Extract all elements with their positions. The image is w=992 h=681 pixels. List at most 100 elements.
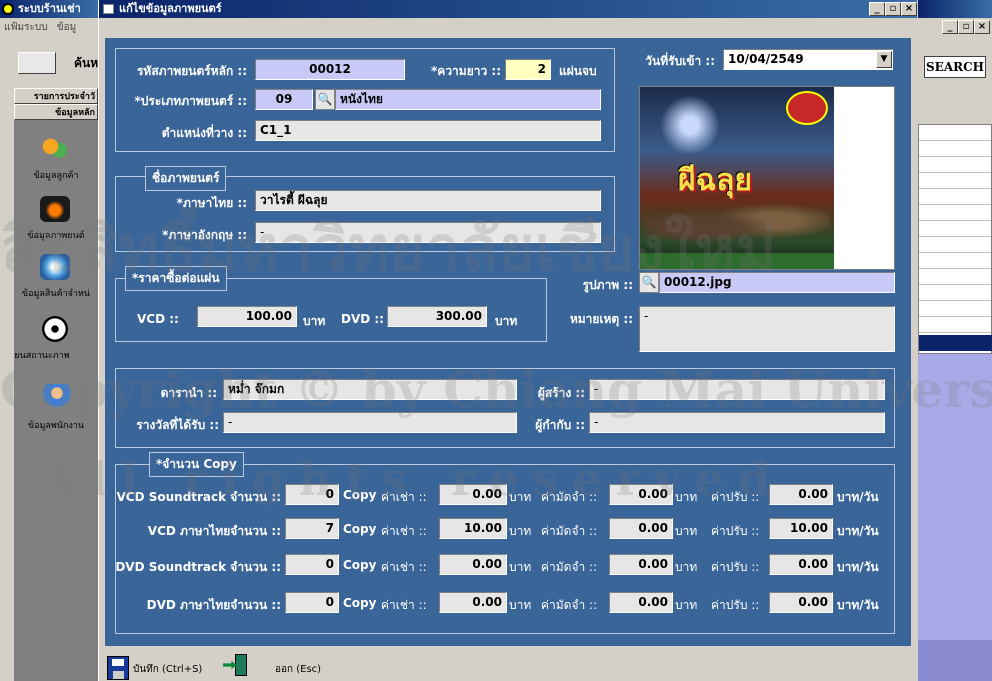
sidebar-item-products[interactable]: ข้อมูลสินค้าจำหน่ xyxy=(14,250,98,300)
floppy-save-icon xyxy=(107,656,129,680)
rent-label: ค่าเช่า :: xyxy=(381,598,427,612)
rent-field[interactable]: 0.00 xyxy=(439,592,507,613)
movie-type-code-field[interactable]: 09 xyxy=(255,89,313,110)
copy-unit: Copy xyxy=(343,488,377,502)
note-field[interactable]: - xyxy=(639,306,895,352)
restore-button[interactable]: ▫ xyxy=(885,2,901,16)
sidebar-button-daily[interactable]: รายการประจำวั xyxy=(14,88,98,104)
menu-file[interactable]: แฟ้มระบบ xyxy=(4,22,48,33)
length-unit: แผ่นจบ xyxy=(559,64,597,78)
copy-type-label: VCD Soundtrack จำนวน :: xyxy=(116,490,281,504)
minimize-button[interactable]: _ xyxy=(869,2,885,16)
right-body-lavender xyxy=(918,354,992,640)
right-window: _ ▫ × SEARCH xyxy=(914,0,992,681)
right-restore-button[interactable]: ▫ xyxy=(958,20,974,34)
movie-poster-image: ผีฉลุย xyxy=(640,87,834,269)
movie-name-legend: ชื่อภาพยนตร์ xyxy=(145,166,227,191)
award-label: รางวัลที่ได้รับ :: xyxy=(136,418,219,432)
length-field[interactable]: 2 xyxy=(505,59,551,80)
sidebar-item-customers[interactable]: ข้อมูลลูกค้า xyxy=(14,132,98,182)
poster-footer-strip xyxy=(640,253,834,269)
sidebar-item-label: ข้อมูลภาพยนต์ xyxy=(27,231,85,241)
thai-name-field[interactable]: วาไรตี้ ผีฉลุย xyxy=(255,190,601,211)
director-field[interactable]: - xyxy=(589,412,885,433)
fine-unit: บาท/วัน xyxy=(837,598,879,612)
sidebar-item-employees[interactable]: ข้อมูลพนักงาน xyxy=(14,382,98,432)
rent-baht: บาท xyxy=(509,598,532,612)
price-legend: *ราคาซื้อต่อแผ่น xyxy=(125,266,227,291)
dvd-baht-label: บาท xyxy=(495,314,518,328)
disc-product-icon xyxy=(40,254,70,280)
deposit-field[interactable]: 0.00 xyxy=(609,592,673,613)
deposit-field[interactable]: 0.00 xyxy=(609,484,673,505)
actor-field[interactable]: หม่ำ จ๊กมก xyxy=(223,379,517,400)
copy-row-dvd-soundtrack: DVD Soundtrack จำนวน :: 0 Copy ค่าเช่า :… xyxy=(105,554,911,578)
parent-left-edge xyxy=(0,120,14,681)
copy-count-field[interactable]: 0 xyxy=(285,484,339,505)
parent-menubar: แฟ้มระบบ ข้อมู xyxy=(0,18,98,36)
right-minimize-button[interactable]: _ xyxy=(942,20,958,34)
copy-unit: Copy xyxy=(343,558,377,572)
exit-label: ออก (Esc) xyxy=(275,664,322,675)
image-browse-button[interactable]: 🔍 xyxy=(639,272,659,293)
close-button[interactable]: × xyxy=(901,2,917,16)
dvd-price-field[interactable]: 300.00 xyxy=(387,306,487,327)
fine-field[interactable]: 0.00 xyxy=(769,484,833,505)
location-field[interactable]: C1_1 xyxy=(255,120,601,141)
copy-count-field[interactable]: 0 xyxy=(285,554,339,575)
rent-baht: บาท xyxy=(509,490,532,504)
eng-name-field[interactable]: - xyxy=(255,222,601,243)
fine-field[interactable]: 10.00 xyxy=(769,518,833,539)
rent-field[interactable]: 10.00 xyxy=(439,518,507,539)
deposit-field[interactable]: 0.00 xyxy=(609,554,673,575)
date-dropdown-arrow[interactable]: ▼ xyxy=(876,51,892,68)
receive-date-dropdown[interactable]: 10/04/2549 xyxy=(723,49,893,70)
note-label: หมายเหตุ :: xyxy=(569,312,633,326)
movie-type-label: *ประเภทภาพยนตร์ :: xyxy=(134,94,247,108)
deposit-field[interactable]: 0.00 xyxy=(609,518,673,539)
deposit-label: ค่ามัดจำ :: xyxy=(541,560,598,574)
search-button[interactable]: SEARCH xyxy=(924,56,986,78)
sidebar-item-movies[interactable]: ข้อมูลภาพยนต์ xyxy=(14,192,98,242)
copy-count-field[interactable]: 0 xyxy=(285,592,339,613)
movie-code-field[interactable]: 00012 xyxy=(255,59,405,80)
award-field[interactable]: - xyxy=(223,412,517,433)
app-icon xyxy=(2,3,14,15)
fine-field[interactable]: 0.00 xyxy=(769,554,833,575)
copy-count-field[interactable]: 7 xyxy=(285,518,339,539)
deposit-label: ค่ามัดจำ :: xyxy=(541,490,598,504)
nav-button[interactable] xyxy=(18,52,56,74)
copy-legend: *จำนวน Copy xyxy=(149,452,244,477)
receive-date-label: วันที่รับเข้า :: xyxy=(645,54,715,68)
length-label: *ความยาว :: xyxy=(431,64,501,78)
copy-row-vcd-soundtrack: VCD Soundtrack จำนวน :: 0 Copy ค่าเช่า :… xyxy=(105,484,911,508)
rent-field[interactable]: 0.00 xyxy=(439,554,507,575)
movie-icon xyxy=(40,196,70,222)
save-button[interactable]: บันทึก (Ctrl+S) xyxy=(107,654,217,680)
vcd-baht-label: บาท xyxy=(303,314,326,328)
parent-toolbar: ค้นห xyxy=(0,36,98,86)
sidebar-item-status[interactable]: เปลี่ยนสถานะภาพ xyxy=(0,312,98,362)
creator-label: ผู้สร้าง :: xyxy=(537,386,585,400)
image-label: รูปภาพ :: xyxy=(582,278,633,292)
vcd-price-field[interactable]: 100.00 xyxy=(197,306,297,327)
sidebar-button-master[interactable]: ข้อมูลหลัก xyxy=(14,104,98,120)
menu-data[interactable]: ข้อมู xyxy=(57,22,76,33)
copy-row-vcd-thai: VCD ภาษาไทยจำนวน :: 7 Copy ค่าเช่า :: 10… xyxy=(105,518,911,542)
chevron-down-icon: ▼ xyxy=(880,54,888,64)
fine-field[interactable]: 0.00 xyxy=(769,592,833,613)
grid-selected-row[interactable] xyxy=(919,335,992,351)
fine-unit: บาท/วัน xyxy=(837,524,879,538)
rent-label: ค่าเช่า :: xyxy=(381,560,427,574)
movie-type-name-field[interactable]: หนังไทย xyxy=(335,89,601,110)
image-file-field[interactable]: 00012.jpg xyxy=(659,272,895,293)
right-close-button[interactable]: × xyxy=(974,20,990,34)
creator-field[interactable]: - xyxy=(589,379,885,400)
exit-button[interactable]: ออก (Esc) xyxy=(223,654,333,680)
type-lookup-button[interactable]: 🔍 xyxy=(315,89,335,110)
rent-baht: บาท xyxy=(509,524,532,538)
rent-field[interactable]: 0.00 xyxy=(439,484,507,505)
movie-edit-dialog: แก้ไขข้อมูลภาพยนตร์ _ ▫ × รหัสภาพยนตร์หล… xyxy=(98,0,917,681)
results-grid[interactable] xyxy=(918,124,992,354)
fine-unit: บาท/วัน xyxy=(837,490,879,504)
